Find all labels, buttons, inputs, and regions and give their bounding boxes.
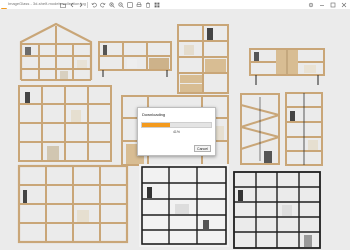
- shelf-image-tall-drawers: [176, 23, 230, 95]
- next-icon[interactable]: [78, 2, 84, 8]
- delete-icon[interactable]: [145, 2, 151, 8]
- maximize-icon[interactable]: [329, 1, 336, 8]
- toolbar-separator: [87, 1, 88, 8]
- shelf-image-low-wood: [97, 40, 173, 78]
- print-icon[interactable]: [136, 2, 142, 8]
- shelf-image-house: [17, 22, 95, 82]
- minimize-icon[interactable]: [318, 1, 325, 8]
- gallery-icon[interactable]: [154, 2, 160, 8]
- settings-icon[interactable]: [307, 1, 314, 8]
- image-canvas[interactable]: Downloading 41% Cancel: [0, 9, 350, 250]
- prev-icon[interactable]: [69, 2, 75, 8]
- shelf-image-cabinet: [248, 47, 326, 87]
- cancel-button[interactable]: Cancel: [194, 145, 211, 152]
- shelf-image-large-wood-frame: [17, 164, 129, 244]
- zoom-out-icon[interactable]: [118, 1, 124, 8]
- shelf-image-black-white: [139, 164, 229, 247]
- download-progress-dialog: Downloading 41% Cancel: [137, 107, 216, 156]
- open-icon[interactable]: [60, 2, 66, 8]
- shelf-image-narrow-wood: [284, 91, 324, 167]
- zoom-in-icon[interactable]: [109, 1, 115, 8]
- rotate-left-icon[interactable]: [91, 2, 97, 8]
- shelf-image-black-grid: [232, 170, 322, 250]
- progress-percent: 41%: [172, 130, 180, 134]
- window-controls: [307, 0, 347, 9]
- fit-icon[interactable]: [127, 1, 133, 8]
- progress-bar: [141, 122, 212, 128]
- dialog-title: Downloading: [142, 112, 166, 117]
- shelf-image-wide-wood-grid: [17, 84, 113, 163]
- rotate-right-icon[interactable]: [100, 2, 106, 8]
- app-logo-icon: [1, 1, 7, 14]
- close-icon[interactable]: [340, 1, 347, 8]
- toolbar: [60, 0, 160, 9]
- progress-bar-fill: [142, 123, 171, 127]
- shelf-image-zigzag-wood: [238, 91, 282, 167]
